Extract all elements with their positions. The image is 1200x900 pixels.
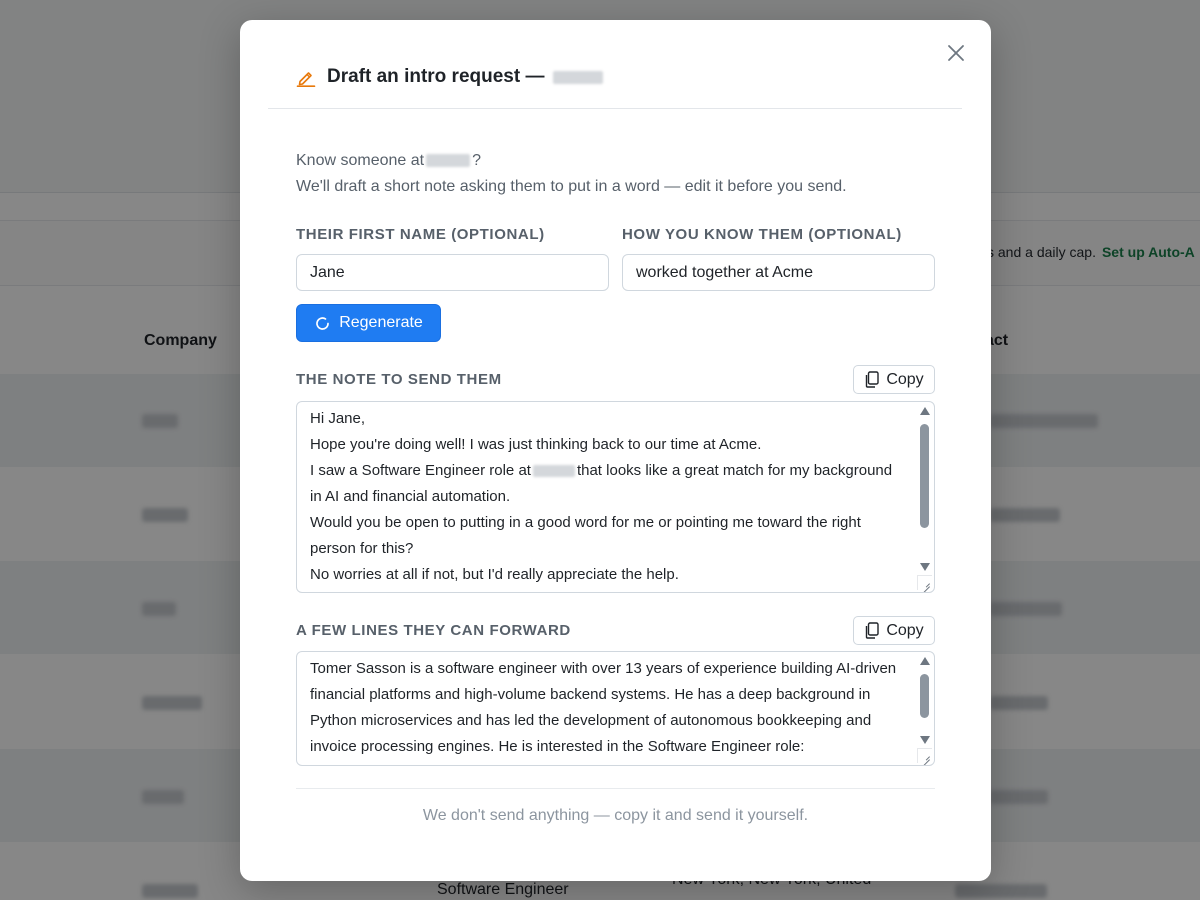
- how-know-input[interactable]: [622, 254, 935, 291]
- note-line: Would you be open to putting in a good w…: [310, 514, 861, 531]
- footer-note: We don't send anything — copy it and sen…: [422, 807, 809, 824]
- forward-textarea[interactable]: Tomer Sasson is a software engineer with…: [296, 651, 935, 766]
- note-scrollbar[interactable]: [918, 404, 932, 574]
- intro-request-modal: Draft an intro request — Know someone at…: [240, 20, 991, 881]
- redacted-company-name: [532, 465, 575, 478]
- note-line: I saw a Software Engineer role at that lo…: [310, 458, 904, 484]
- note-line: Hope you're doing well! I was just think…: [310, 436, 762, 453]
- copy-note-button[interactable]: Copy: [853, 365, 935, 394]
- scroll-down-icon[interactable]: [920, 563, 930, 571]
- first-name-input[interactable]: [296, 254, 609, 291]
- scroll-thumb[interactable]: [920, 674, 929, 718]
- intro-line-1-suffix: ?: [472, 152, 481, 169]
- scroll-up-icon[interactable]: [920, 657, 930, 665]
- scroll-down-icon[interactable]: [920, 736, 930, 744]
- note-textarea[interactable]: Hi Jane, Hope you're doing well! I was j…: [296, 401, 935, 593]
- note-line: person for this?: [310, 540, 414, 557]
- forward-scrollbar[interactable]: [918, 654, 932, 747]
- intro-line-1-prefix: Know someone at: [296, 152, 425, 169]
- copy-forward-button[interactable]: Copy: [853, 616, 935, 645]
- forward-line: financial platforms and high-volume back…: [310, 686, 871, 703]
- copy-icon: [866, 371, 880, 388]
- note-line: Hi Jane,: [310, 410, 366, 427]
- pencil-icon: [296, 72, 316, 87]
- forward-label: A FEW LINES THEY CAN FORWARD: [296, 622, 571, 639]
- note-label: THE NOTE TO SEND THEM: [296, 371, 502, 388]
- intro-line-2: We'll draft a short note asking them to …: [296, 178, 847, 195]
- copy-icon: [866, 622, 880, 639]
- modal-header: Draft an intro request —: [268, 64, 962, 109]
- redacted-company-name: [553, 70, 604, 84]
- note-line: in AI and financial automation.: [310, 488, 511, 505]
- resize-handle-icon[interactable]: [917, 575, 932, 590]
- forward-line: Python microservices and has led the dev…: [310, 712, 872, 729]
- note-line-suffix: that looks like a great match for my bac…: [576, 462, 893, 479]
- copy-label: Copy: [886, 370, 924, 388]
- intro-line-1: Know someone at?: [296, 148, 847, 174]
- redacted-company-name: [426, 154, 471, 168]
- copy-label: Copy: [886, 621, 924, 639]
- modal-title: Draft an intro request —: [327, 66, 604, 88]
- first-name-label: THEIR FIRST NAME (OPTIONAL): [296, 226, 545, 243]
- forward-line: Tomer Sasson is a software engineer with…: [310, 660, 897, 677]
- regenerate-label: Regenerate: [339, 314, 423, 331]
- close-icon[interactable]: [943, 40, 969, 66]
- refresh-icon: [316, 316, 330, 330]
- footer-divider: [296, 788, 935, 789]
- forward-line: invoice processing engines. He is intere…: [310, 738, 805, 755]
- modal-title-text: Draft an intro request —: [327, 66, 545, 87]
- note-line-prefix: I saw a Software Engineer role at: [310, 462, 531, 479]
- note-text: Hi Jane, Hope you're doing well! I was j…: [310, 406, 904, 588]
- how-know-label: HOW YOU KNOW THEM (OPTIONAL): [622, 226, 902, 243]
- resize-handle-icon[interactable]: [917, 748, 932, 763]
- intro-text: Know someone at? We'll draft a short not…: [296, 148, 847, 200]
- note-line: No worries at all if not, but I'd really…: [310, 566, 679, 583]
- scroll-up-icon[interactable]: [920, 407, 930, 415]
- scroll-thumb[interactable]: [920, 424, 929, 528]
- regenerate-button[interactable]: Regenerate: [296, 304, 441, 342]
- forward-text: Tomer Sasson is a software engineer with…: [310, 656, 904, 760]
